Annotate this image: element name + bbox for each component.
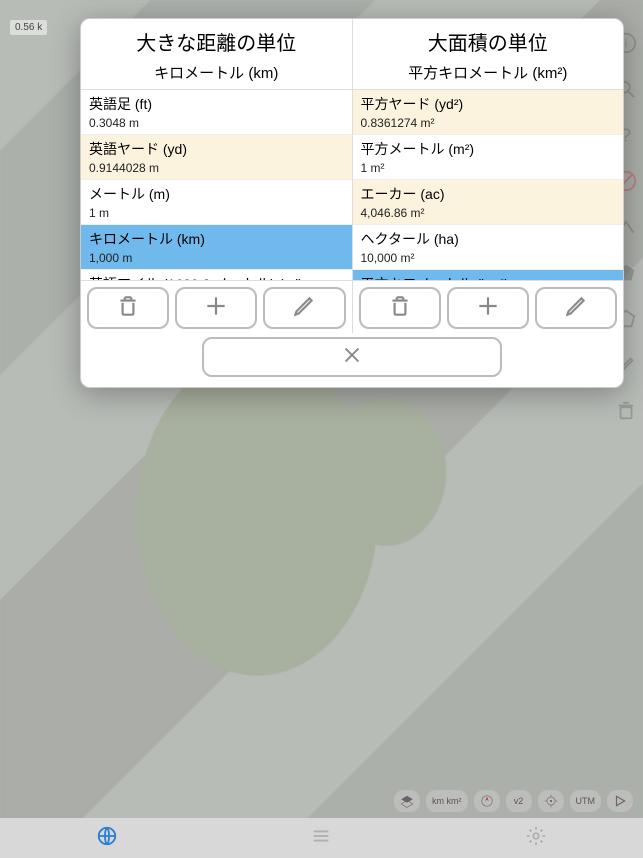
unit-name: エーカー (ac) <box>361 184 616 204</box>
unit-name: 英語足 (ft) <box>89 94 344 114</box>
add-button[interactable] <box>175 287 257 329</box>
unit-item[interactable]: エーカー (ac) 4,046.86 m² <box>353 180 624 225</box>
column-subtitle: 平方キロメートル (km²) <box>357 62 620 83</box>
svg-text:i: i <box>625 36 628 51</box>
action-row <box>81 280 352 333</box>
unit-value: 1,000 m <box>89 251 344 265</box>
unit-item[interactable]: 平方ヤード (yd²) 0.8361274 m² <box>353 90 624 135</box>
pencil-icon <box>291 293 317 324</box>
unit-value: 1 m <box>89 206 344 220</box>
unit-item[interactable]: ヘクタール (ha) 10,000 m² <box>353 225 624 270</box>
unit-item[interactable]: 英語ヤード (yd) 0.9144028 m <box>81 135 352 180</box>
plus-icon <box>203 293 229 324</box>
utm-pill[interactable]: UTM <box>570 790 602 812</box>
unit-name: 平方メートル (m²) <box>361 139 616 159</box>
unit-value: 0.8361274 m² <box>361 116 616 130</box>
tab-list[interactable] <box>310 825 332 852</box>
locate-pill[interactable] <box>538 790 564 812</box>
units-dialog: 大きな距離の単位キロメートル (km) 英語足 (ft) 0.3048 m 英語ヤード… <box>80 18 624 388</box>
bottom-pill-row: km km² v2 UTM <box>394 790 633 812</box>
compass-pill[interactable] <box>474 790 500 812</box>
units-pill[interactable]: km km² <box>426 790 468 812</box>
unit-item[interactable]: メートル (m) 1 m <box>81 180 352 225</box>
unit-value: 10,000 m² <box>361 251 616 265</box>
action-row <box>353 280 624 333</box>
add-button[interactable] <box>447 287 529 329</box>
column-title: 大きな距離の単位 <box>85 27 348 56</box>
plus-icon <box>475 293 501 324</box>
delete-button[interactable] <box>87 287 169 329</box>
distance-unit-column: 大きな距離の単位キロメートル (km) 英語足 (ft) 0.3048 m 英語ヤード… <box>81 19 353 333</box>
unit-item[interactable]: 平方メートル (m²) 1 m² <box>353 135 624 180</box>
close-icon <box>341 344 363 371</box>
column-header: 大きな距離の単位キロメートル (km) <box>81 19 352 90</box>
tab-bar <box>0 818 643 858</box>
unit-value: 1 m² <box>361 161 616 175</box>
column-header: 大面積の単位平方キロメートル (km²) <box>353 19 624 90</box>
unit-value: 0.3048 m <box>89 116 344 130</box>
trash-icon <box>115 293 141 324</box>
unit-list[interactable]: 平方ヤード (yd²) 0.8361274 m² 平方メートル (m²) 1 m² エー… <box>353 90 624 280</box>
unit-item[interactable]: 平方キロメートル (km²)1,000,000 m² <box>353 270 624 280</box>
unit-value: 4,046.86 m² <box>361 206 616 220</box>
trash-icon <box>387 293 413 324</box>
distance-badge: 0.56 k <box>10 20 47 35</box>
tab-globe[interactable] <box>96 825 118 852</box>
pencil-icon <box>563 293 589 324</box>
layers-pill[interactable] <box>394 790 420 812</box>
unit-name: ヘクタール (ha) <box>361 229 616 249</box>
unit-item[interactable]: 英語マイル (1609.3 メートル) (mi)1,609.34 m <box>81 270 352 280</box>
tab-settings[interactable] <box>525 825 547 852</box>
unit-name: 平方ヤード (yd²) <box>361 94 616 114</box>
area-unit-column: 大面積の単位平方キロメートル (km²) 平方ヤード (yd²) 0.8361274… <box>353 19 624 333</box>
column-title: 大面積の単位 <box>357 27 620 56</box>
close-button[interactable] <box>202 337 502 377</box>
unit-list[interactable]: 英語足 (ft) 0.3048 m 英語ヤード (yd) 0.9144028 m メート… <box>81 90 352 280</box>
unit-name: メートル (m) <box>89 184 344 204</box>
edit-button[interactable] <box>263 287 345 329</box>
unit-name: 英語ヤード (yd) <box>89 139 344 159</box>
version-pill[interactable]: v2 <box>506 790 532 812</box>
unit-item[interactable]: キロメートル (km) 1,000 m <box>81 225 352 270</box>
unit-value: 0.9144028 m <box>89 161 344 175</box>
delete-button[interactable] <box>359 287 441 329</box>
column-subtitle: キロメートル (km) <box>85 62 348 83</box>
edit-button[interactable] <box>535 287 617 329</box>
unit-name: キロメートル (km) <box>89 229 344 249</box>
play-pill[interactable] <box>607 790 633 812</box>
trash-icon[interactable] <box>613 398 639 424</box>
unit-item[interactable]: 英語足 (ft) 0.3048 m <box>81 90 352 135</box>
